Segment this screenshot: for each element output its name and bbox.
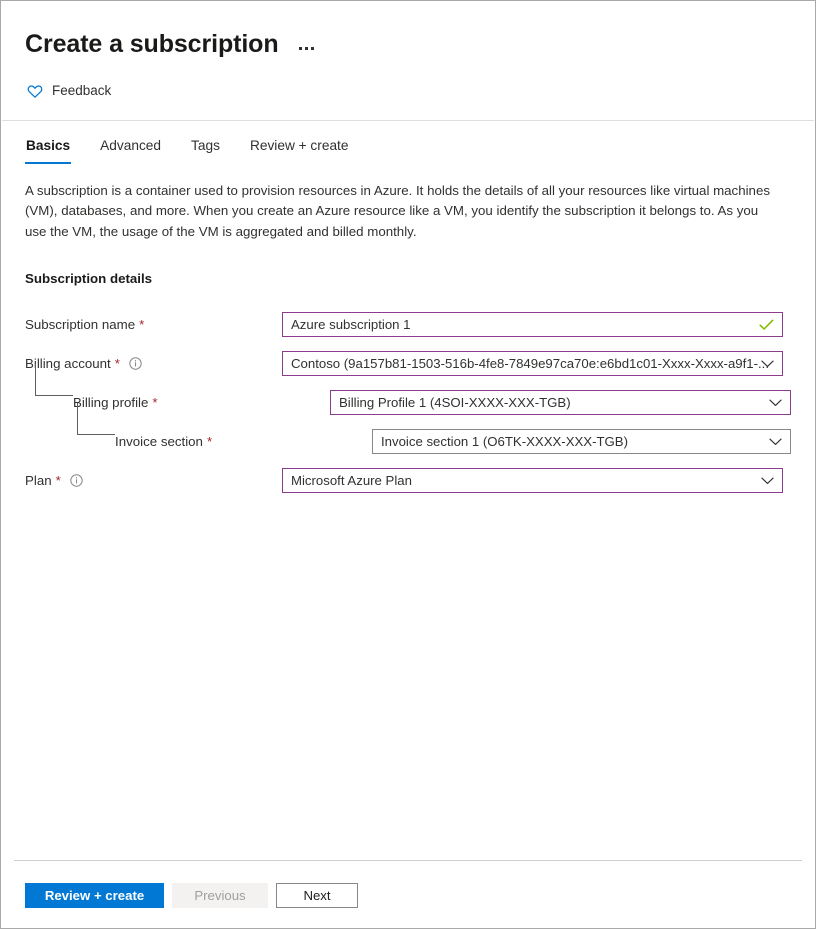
- label-invoice-section: Invoice section *: [25, 422, 372, 461]
- chevron-down-icon: [761, 477, 774, 485]
- feedback-button[interactable]: Feedback: [25, 79, 113, 103]
- plan-value: Microsoft Azure Plan: [283, 472, 782, 490]
- invoice-section-value: Invoice section 1 (O6TK-XXXX-XXX-TGB): [373, 433, 790, 451]
- required-asterisk: *: [152, 394, 157, 412]
- invoice-section-select[interactable]: Invoice section 1 (O6TK-XXXX-XXX-TGB): [372, 429, 791, 454]
- info-icon[interactable]: [129, 357, 142, 370]
- billing-profile-select[interactable]: Billing Profile 1 (4SOI-XXXX-XXX-TGB): [330, 390, 791, 415]
- tab-review-create[interactable]: Review + create: [249, 135, 350, 164]
- billing-account-select[interactable]: Contoso (9a157b81-1503-516b-4fe8-7849e97…: [282, 351, 783, 376]
- required-asterisk: *: [115, 355, 120, 373]
- form-row-plan: Plan * Microsoft Azure Plan: [25, 461, 791, 500]
- blade-content: A subscription is a container used to pr…: [1, 164, 815, 501]
- section-title-subscription-details: Subscription details: [25, 270, 791, 288]
- title-row: Create a subscription: [25, 29, 791, 59]
- chevron-down-icon: [761, 360, 774, 368]
- blade-footer: Review + create Previous Next: [1, 860, 815, 928]
- footer-button-group: Review + create Previous Next: [25, 861, 791, 928]
- form-row-subscription-name: Subscription name * Azure subscription 1: [25, 305, 791, 344]
- label-plan: Plan *: [25, 461, 282, 500]
- label-billing-account: Billing account *: [25, 344, 282, 383]
- label-billing-profile: Billing profile *: [25, 383, 330, 422]
- label-subscription-name: Subscription name *: [25, 305, 282, 344]
- tab-advanced[interactable]: Advanced: [99, 135, 162, 164]
- plan-select[interactable]: Microsoft Azure Plan: [282, 468, 783, 493]
- info-icon[interactable]: [70, 474, 83, 487]
- review-create-button[interactable]: Review + create: [25, 883, 164, 908]
- heart-icon: [27, 84, 43, 99]
- chevron-down-icon: [769, 399, 782, 407]
- command-bar: Feedback: [1, 59, 815, 104]
- required-asterisk: *: [56, 472, 61, 490]
- tab-tags[interactable]: Tags: [190, 135, 221, 164]
- checkmark-icon: [759, 319, 774, 331]
- required-asterisk: *: [139, 316, 144, 334]
- feedback-label: Feedback: [52, 82, 111, 100]
- form-row-invoice-section: Invoice section * Invoice section 1 (O6T…: [25, 422, 791, 461]
- form-row-billing-account: Billing account * Contoso (9a157b81-1503…: [25, 344, 791, 383]
- billing-account-value: Contoso (9a157b81-1503-516b-4fe8-7849e97…: [283, 355, 782, 373]
- tab-basics[interactable]: Basics: [25, 135, 71, 164]
- tab-list: Basics Advanced Tags Review + create: [1, 121, 815, 164]
- form-row-billing-profile: Billing profile * Billing Profile 1 (4SO…: [25, 383, 791, 422]
- blade-header: Create a subscription: [1, 1, 815, 59]
- subscription-name-input[interactable]: Azure subscription 1: [282, 312, 783, 337]
- subscription-details-form: Subscription name * Azure subscription 1…: [25, 305, 791, 500]
- previous-button: Previous: [172, 883, 268, 908]
- chevron-down-icon: [769, 438, 782, 446]
- create-subscription-blade: Create a subscription Feedback Basics Ad…: [0, 0, 816, 929]
- subscription-name-value: Azure subscription 1: [283, 316, 782, 334]
- page-title: Create a subscription: [25, 29, 279, 59]
- intro-text: A subscription is a container used to pr…: [25, 181, 770, 243]
- next-button[interactable]: Next: [276, 883, 358, 908]
- required-asterisk: *: [207, 433, 212, 451]
- billing-profile-value: Billing Profile 1 (4SOI-XXXX-XXX-TGB): [331, 394, 790, 412]
- more-options-icon[interactable]: [295, 41, 318, 56]
